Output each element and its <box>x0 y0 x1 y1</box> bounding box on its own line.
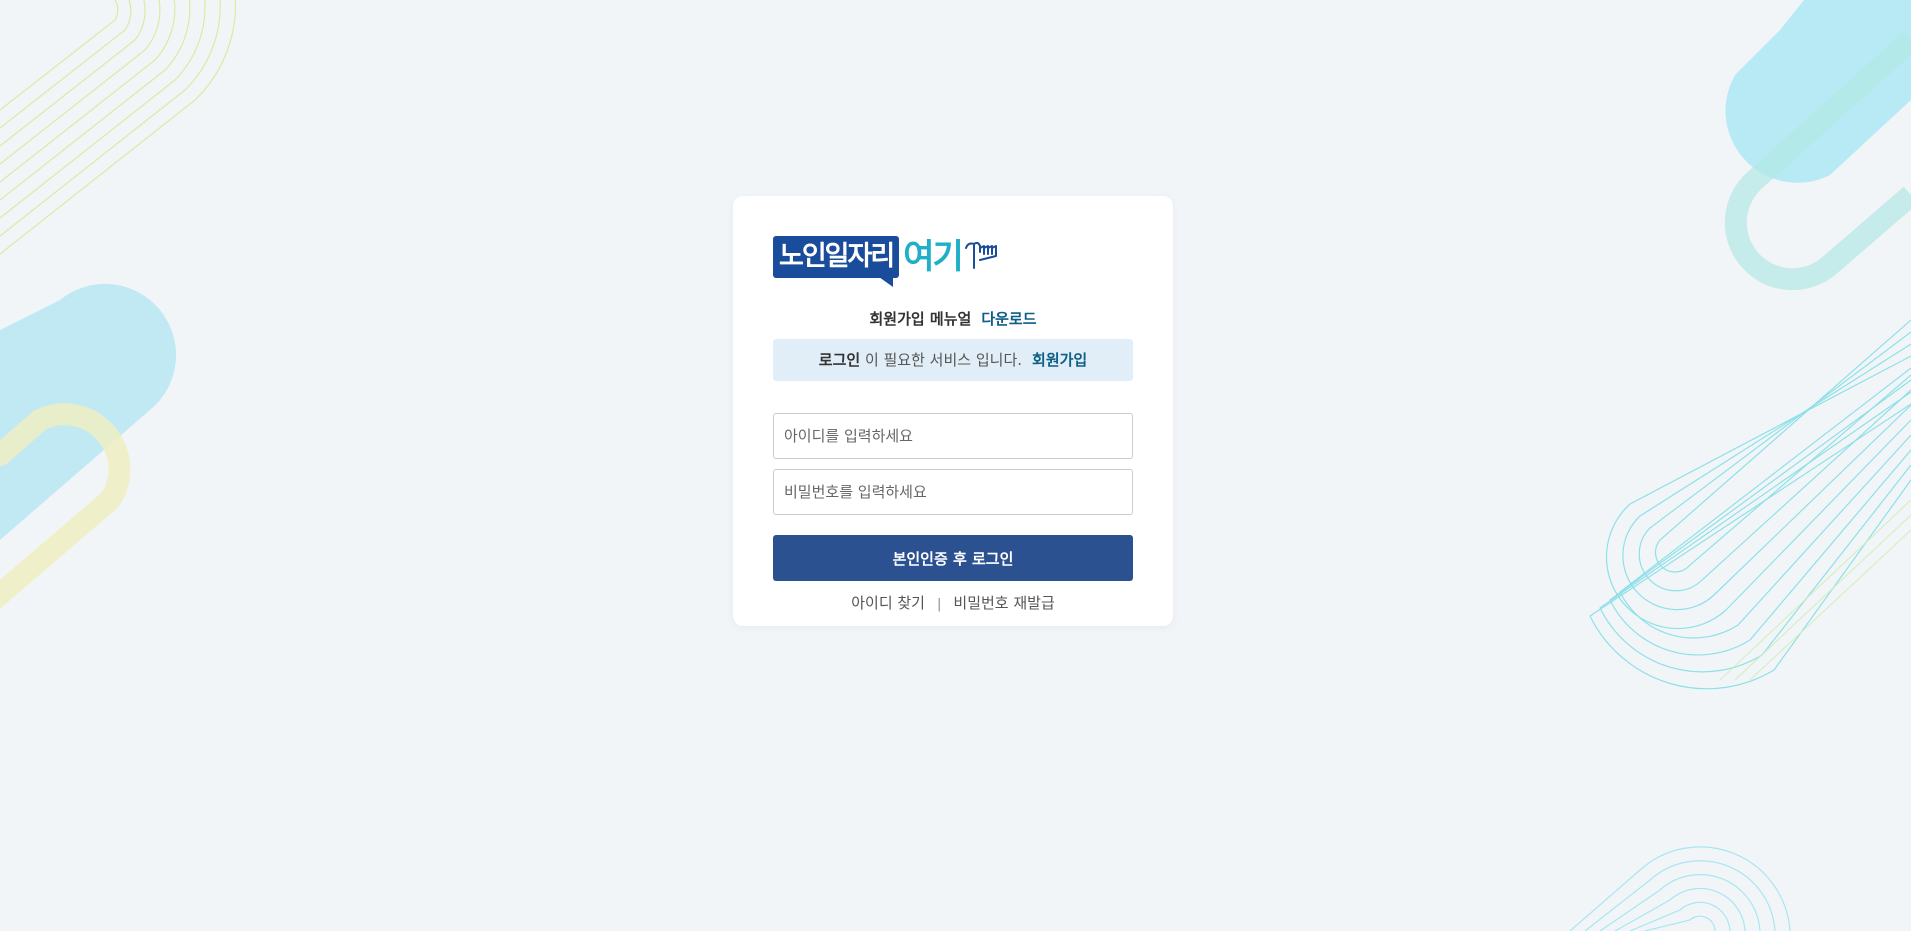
signup-link[interactable]: 회원가입 <box>1032 351 1087 369</box>
link-separator: | <box>937 597 942 612</box>
manual-label: 회원가입 메뉴얼 <box>869 310 972 328</box>
reset-password-link[interactable]: 비밀번호 재발급 <box>953 594 1054 612</box>
site-logo[interactable]: 노인일자리 여기 <box>773 236 1043 287</box>
password-input[interactable] <box>773 469 1133 515</box>
login-required-notice: 로그인 이 필요한 서비스 입니다. 회원가입 <box>773 339 1133 381</box>
account-help-links: 아이디 찾기 | 비밀번호 재발급 <box>733 592 1173 613</box>
notice-text: 이 필요한 서비스 입니다. <box>860 351 1023 369</box>
user-id-input[interactable] <box>773 413 1133 459</box>
logo-text-main: 노인일자리 <box>773 236 900 287</box>
login-card: 노인일자리 여기 회원가입 메뉴얼 다운로드 로그인 이 필요한 서비스 입니다.… <box>733 196 1173 626</box>
logo-text-accent: 여기 <box>903 237 964 277</box>
verify-and-login-button[interactable]: 본인인증 후 로그인 <box>773 535 1133 581</box>
find-id-link[interactable]: 아이디 찾기 <box>851 594 925 612</box>
notice-login-word: 로그인 <box>818 351 861 369</box>
manual-download-link[interactable]: 다운로드 <box>981 310 1036 328</box>
manual-row: 회원가입 메뉴얼 다운로드 <box>733 308 1173 329</box>
pointing-hand-icon <box>964 241 997 269</box>
